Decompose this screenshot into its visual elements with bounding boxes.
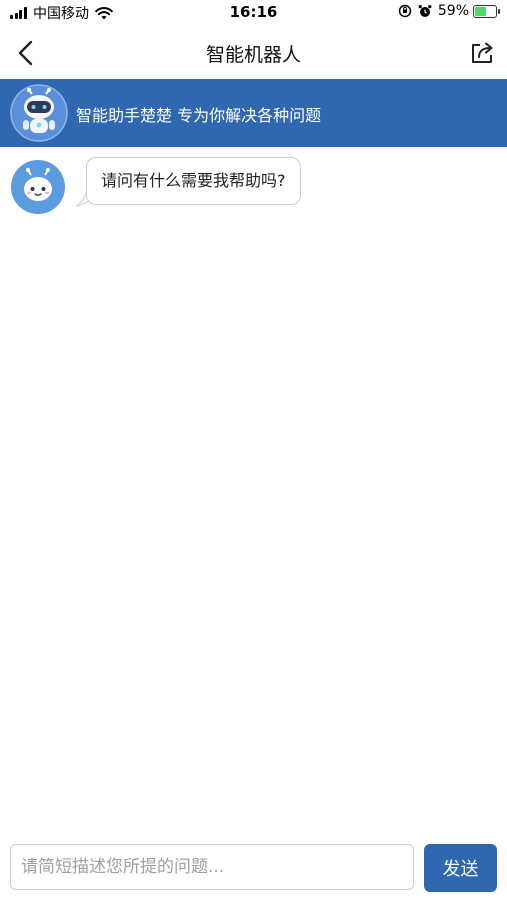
status-bar: 中国移动 16:16 59%	[0, 0, 507, 28]
share-icon[interactable]	[469, 38, 497, 66]
rotation-lock-icon	[398, 4, 412, 18]
send-button[interactable]: 发送	[424, 844, 497, 892]
battery-percent: 59%	[437, 3, 469, 19]
input-bar: 发送	[0, 838, 507, 900]
message-row: 请问有什么需要我帮助吗?	[0, 147, 507, 227]
robot-avatar-icon	[10, 84, 68, 142]
status-right: 59%	[398, 3, 500, 19]
chat-screen: 中国移动 16:16 59% 智能机器人 智能助手楚楚 专为你解决各种问题 请问…	[0, 0, 507, 900]
assistant-banner: 智能助手楚楚 专为你解决各种问题	[0, 79, 507, 147]
question-input[interactable]	[10, 844, 414, 890]
nav-bar: 智能机器人	[0, 28, 507, 78]
bot-avatar-icon	[11, 160, 65, 214]
bot-message-bubble: 请问有什么需要我帮助吗?	[86, 157, 301, 205]
alarm-icon	[418, 5, 432, 17]
battery-icon	[473, 4, 500, 18]
banner-text: 智能助手楚楚 专为你解决各种问题	[76, 106, 322, 125]
battery-fill	[475, 6, 486, 16]
chat-area[interactable]: 请问有什么需要我帮助吗?	[0, 147, 507, 837]
page-title: 智能机器人	[205, 44, 301, 66]
